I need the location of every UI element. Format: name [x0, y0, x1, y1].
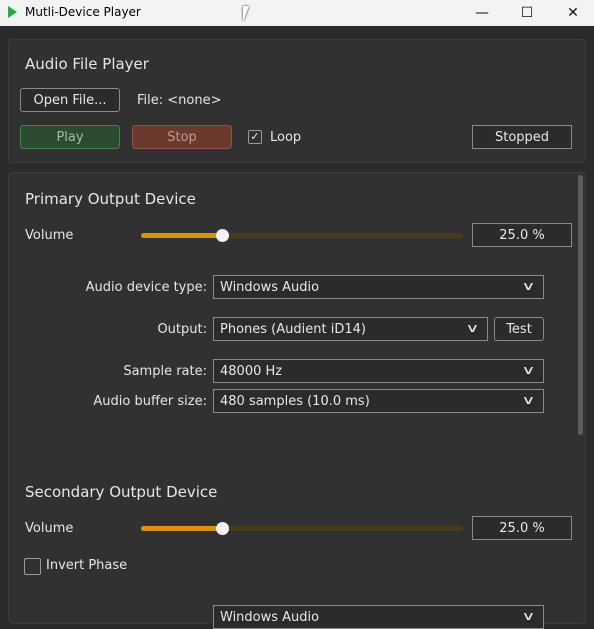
primary-device-type-label: Audio device type: [85, 280, 207, 295]
primary-buffer-dropdown[interactable]: 480 samples (10.0 ms) ∨ [213, 389, 544, 413]
maximize-icon[interactable]: ☐ [504, 0, 550, 26]
secondary-volume-label: Volume [25, 521, 74, 536]
primary-output-value: Phones (Audient iD14) [220, 321, 366, 337]
play-button[interactable]: Play [20, 125, 120, 149]
primary-volume-slider[interactable] [141, 229, 463, 242]
invert-phase-label: Invert Phase [46, 558, 128, 573]
open-file-button[interactable]: Open File... [20, 88, 120, 112]
chevron-down-icon: ∨ [521, 363, 536, 377]
primary-sample-rate-value: 48000 Hz [220, 363, 283, 379]
primary-volume-fill [141, 233, 222, 238]
secondary-volume-value[interactable]: 25.0 % [472, 516, 572, 540]
window-title: Mutli-Device Player [25, 5, 141, 19]
close-icon[interactable]: ✕ [550, 0, 594, 26]
secondary-volume-slider[interactable] [141, 522, 463, 535]
minimize-icon[interactable]: — [459, 0, 505, 26]
chevron-down-icon: ∨ [521, 609, 536, 623]
primary-volume-label: Volume [25, 228, 74, 243]
primary-buffer-value: 480 samples (10.0 ms) [220, 393, 370, 409]
primary-sample-rate-dropdown[interactable]: 48000 Hz ∨ [213, 359, 544, 383]
primary-output-label: Output: [157, 322, 207, 337]
stop-button[interactable]: Stop [132, 125, 232, 149]
primary-device-type-dropdown[interactable]: Windows Audio ∨ [213, 275, 544, 299]
secondary-title: Secondary Output Device [25, 483, 218, 501]
primary-volume-value[interactable]: 25.0 % [472, 223, 572, 247]
file-label: File: <none> [137, 93, 222, 108]
primary-device-type-value: Windows Audio [220, 279, 320, 295]
secondary-volume-thumb[interactable] [215, 522, 229, 535]
app-play-icon [8, 6, 17, 18]
primary-volume-thumb[interactable] [215, 229, 229, 242]
file-player-title: Audio File Player [25, 55, 149, 73]
primary-sample-rate-label: Sample rate: [123, 364, 207, 379]
mouse-cursor-icon [243, 6, 255, 22]
test-button[interactable]: Test [494, 317, 544, 341]
primary-buffer-label: Audio buffer size: [93, 394, 207, 409]
primary-output-dropdown[interactable]: Phones (Audient iD14) ∨ [213, 317, 488, 341]
chevron-down-icon: ∨ [521, 393, 536, 407]
chevron-down-icon: ∨ [465, 321, 480, 335]
invert-phase-checkbox[interactable] [24, 558, 41, 575]
secondary-device-type-value: Windows Audio [220, 609, 320, 625]
scrollbar-thumb[interactable] [578, 175, 583, 435]
primary-title: Primary Output Device [25, 190, 196, 208]
status-display: Stopped [472, 125, 572, 149]
chevron-down-icon: ∨ [521, 279, 536, 293]
loop-label: Loop [270, 130, 302, 145]
loop-checkbox[interactable]: ✓ [248, 130, 262, 144]
title-bar: Mutli-Device Player — ☐ ✕ [0, 0, 594, 26]
secondary-device-type-dropdown[interactable]: Windows Audio ∨ [213, 605, 544, 629]
secondary-volume-fill [141, 526, 222, 531]
